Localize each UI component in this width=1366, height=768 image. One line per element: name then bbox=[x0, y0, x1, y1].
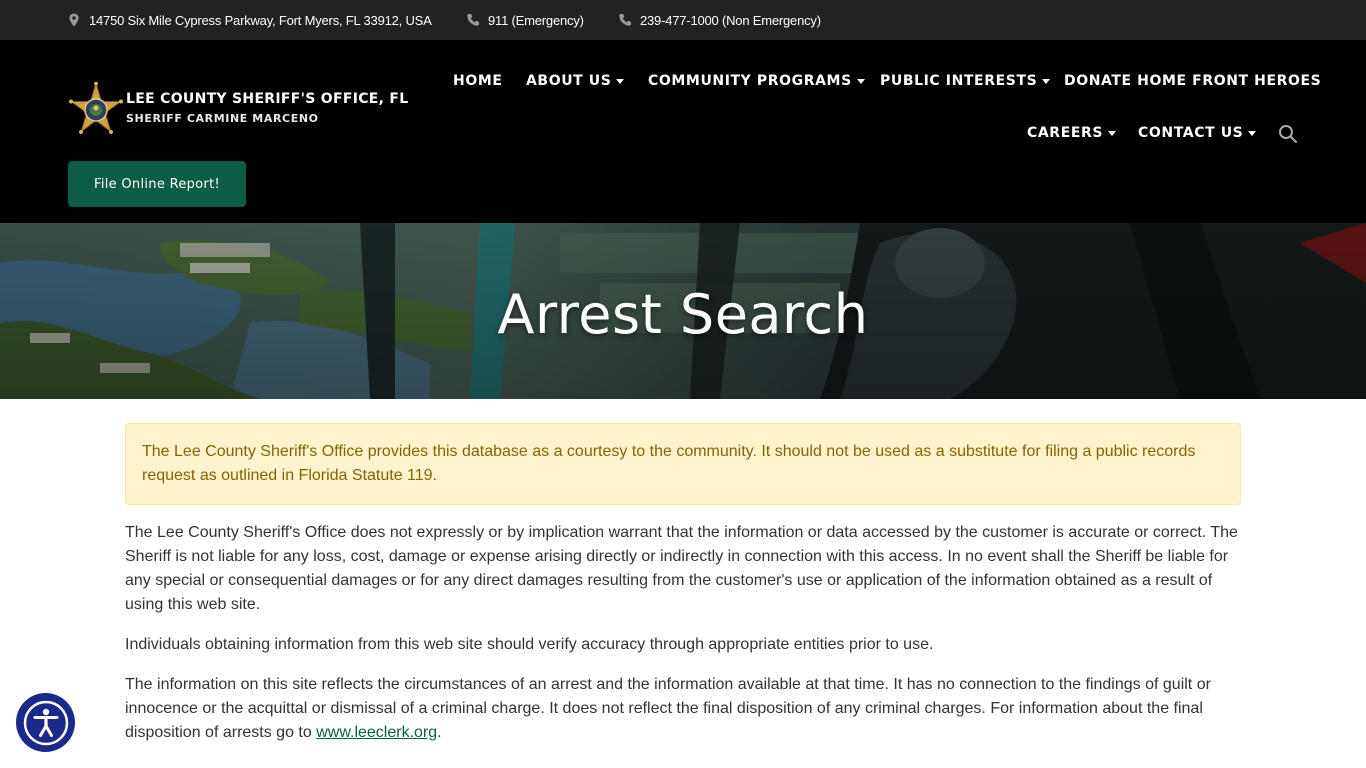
nav-about-label: ABOUT US bbox=[526, 73, 612, 89]
accessibility-icon bbox=[23, 700, 68, 745]
disclaimer-alert: The Lee County Sheriff's Office provides… bbox=[125, 423, 1241, 505]
page-title: Arrest Search bbox=[497, 283, 869, 346]
nav-home[interactable]: HOME bbox=[453, 73, 503, 89]
nav-about-us[interactable]: ABOUT US bbox=[526, 73, 625, 89]
nav-contact-us[interactable]: CONTACT US bbox=[1138, 125, 1257, 141]
disposition-text: The information on this site reflects th… bbox=[125, 676, 1211, 741]
emergency-phone-item[interactable]: 911 (Emergency) bbox=[466, 0, 584, 40]
disposition-period: . bbox=[437, 724, 442, 741]
address-text: 14750 Six Mile Cypress Parkway, Fort Mye… bbox=[89, 12, 432, 28]
leeclerk-link[interactable]: www.leeclerk.org bbox=[316, 724, 437, 741]
chevron-down-icon bbox=[856, 79, 865, 84]
nav-public-label: PUBLIC INTERESTS bbox=[880, 73, 1038, 89]
nav-community-label: COMMUNITY PROGRAMS bbox=[648, 73, 852, 89]
top-contact-bar: 14750 Six Mile Cypress Parkway, Fort Mye… bbox=[0, 0, 1366, 40]
nav-donate-label: DONATE HOME FRONT HEROES bbox=[1064, 73, 1322, 89]
verify-paragraph: Individuals obtaining information from t… bbox=[125, 636, 934, 653]
file-online-report-button[interactable]: File Online Report! bbox=[68, 161, 246, 207]
warranty-paragraph: The Lee County Sheriff's Office does not… bbox=[125, 524, 1238, 613]
non-emergency-phone-item[interactable]: 239-477-1000 (Non Emergency) bbox=[618, 0, 821, 40]
site-header: LEE COUNTY SHERIFF'S OFFICE, FL SHERIFF … bbox=[0, 40, 1366, 223]
map-pin-icon bbox=[69, 13, 79, 27]
nav-home-label: HOME bbox=[453, 73, 503, 89]
phone-icon bbox=[619, 14, 631, 26]
main-content: The Lee County Sheriff's Office provides… bbox=[125, 423, 1241, 745]
nav-careers[interactable]: CAREERS bbox=[1027, 125, 1117, 141]
nav-public-interests[interactable]: PUBLIC INTERESTS bbox=[880, 73, 1051, 89]
sheriff-star-logo[interactable] bbox=[68, 82, 124, 138]
phone-icon bbox=[467, 14, 479, 26]
search-icon[interactable] bbox=[1278, 124, 1298, 144]
non-emergency-phone-text: 239-477-1000 (Non Emergency) bbox=[640, 12, 821, 28]
chevron-down-icon bbox=[1042, 79, 1051, 84]
brand-subtitle: SHERIFF CARMINE MARCENO bbox=[126, 112, 319, 125]
accessibility-button-inner bbox=[16, 693, 75, 752]
nav-community-programs[interactable]: COMMUNITY PROGRAMS bbox=[648, 73, 865, 89]
chevron-down-icon bbox=[1108, 131, 1117, 136]
accessibility-button[interactable] bbox=[13, 690, 78, 755]
nav-contact-label: CONTACT US bbox=[1138, 125, 1244, 141]
chevron-down-icon bbox=[616, 79, 625, 84]
brand-title[interactable]: LEE COUNTY SHERIFF'S OFFICE, FL bbox=[126, 91, 409, 107]
emergency-phone-text: 911 (Emergency) bbox=[488, 12, 584, 28]
address-item[interactable]: 14750 Six Mile Cypress Parkway, Fort Mye… bbox=[67, 0, 432, 40]
disposition-paragraph: The information on this site reflects th… bbox=[125, 673, 1241, 745]
nav-donate-home-front-heroes[interactable]: DONATE HOME FRONT HEROES bbox=[1064, 73, 1321, 89]
hero-banner: Arrest Search bbox=[0, 223, 1366, 399]
nav-careers-label: CAREERS bbox=[1027, 125, 1104, 141]
chevron-down-icon bbox=[1248, 131, 1257, 136]
